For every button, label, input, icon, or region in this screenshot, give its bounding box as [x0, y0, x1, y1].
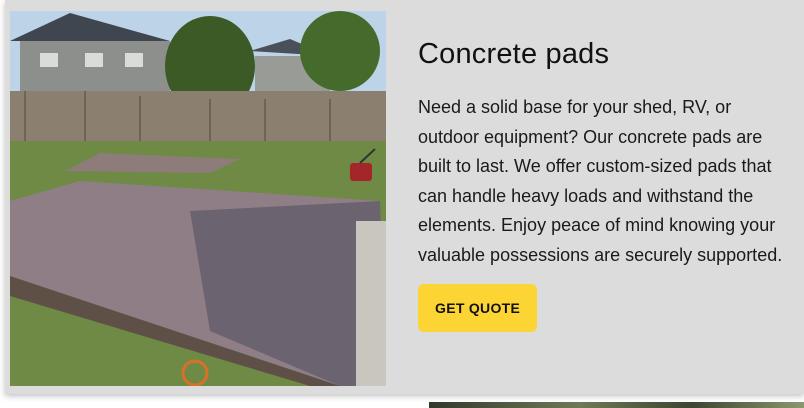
concrete-pad-illustration: [10, 11, 386, 386]
card-content: Concrete pads Need a solid base for your…: [418, 38, 788, 332]
card-title: Concrete pads: [418, 38, 610, 70]
get-quote-button[interactable]: GET QUOTE: [418, 284, 538, 332]
next-card-image-edge: [429, 402, 804, 408]
concrete-pad-photo: [10, 11, 386, 386]
service-card: Concrete pads Need a solid base for your…: [5, 0, 804, 394]
card-description: Need a solid base for your shed, RV, or …: [418, 97, 783, 265]
